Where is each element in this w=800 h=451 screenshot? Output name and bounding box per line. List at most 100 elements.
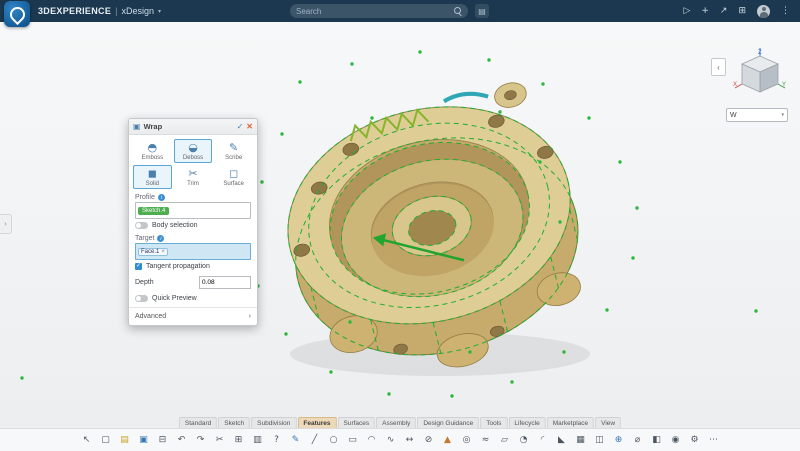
print-icon[interactable]: ⊟	[155, 433, 170, 448]
more-menu-icon[interactable]: ⋮	[781, 6, 790, 16]
loft-tool-icon[interactable]: ▱	[497, 433, 512, 448]
ok-button[interactable]: ✓	[237, 122, 244, 131]
tab-marketplace[interactable]: Marketplace	[547, 417, 594, 428]
chevron-down-icon[interactable]: ▾	[158, 8, 161, 15]
tab-sketch[interactable]: Sketch	[218, 417, 250, 428]
tab-standard[interactable]: Standard	[179, 417, 217, 428]
tab-assembly[interactable]: Assembly	[376, 417, 416, 428]
help-icon[interactable]: ?	[269, 433, 284, 448]
target-selection-chip[interactable]: Face.1 ×	[138, 248, 168, 256]
profile-field[interactable]: Sketch.4	[135, 202, 251, 219]
mode-trim[interactable]: ✂Trim	[174, 165, 213, 189]
avatar[interactable]	[757, 5, 770, 18]
tab-view[interactable]: View	[595, 417, 621, 428]
trim-tool-icon[interactable]: ⊘	[421, 433, 436, 448]
target-field[interactable]: Face.1 ×	[135, 243, 251, 260]
new-doc-icon[interactable]: ▢	[98, 433, 113, 448]
open-folder-icon[interactable]: ▤	[117, 433, 132, 448]
dimension-tool-icon[interactable]: ↔	[402, 433, 417, 448]
close-button[interactable]: ✕	[246, 122, 253, 131]
app-window: 3DEXPERIENCE | xDesign ▾ ▤ ▷ + ↗ ⊞ ⋮	[0, 0, 800, 450]
share-icon[interactable]: ↗	[720, 6, 728, 16]
measure-tool-icon[interactable]: ⌀	[630, 433, 645, 448]
shell-tool-icon[interactable]: ◔	[516, 433, 531, 448]
undo-icon[interactable]: ↶	[174, 433, 189, 448]
search-icon[interactable]	[454, 7, 463, 16]
save-icon[interactable]: ▣	[136, 433, 151, 448]
arc-tool-icon[interactable]: ◠	[364, 433, 379, 448]
tab-design-guidance[interactable]: Design Guidance	[417, 417, 479, 428]
search-input[interactable]	[290, 7, 454, 16]
add-icon[interactable]: +	[701, 6, 709, 16]
extrude-tool-icon[interactable]: ▲	[440, 433, 455, 448]
remove-selection-icon[interactable]: ×	[161, 249, 165, 255]
advanced-section-toggle[interactable]: Advanced ›	[129, 307, 257, 325]
view-style-icon[interactable]: ◉	[668, 433, 683, 448]
wrap-mode-grid: ◓Emboss◒Deboss✎Scribe ◼Solid✂Trim◻Surface	[129, 135, 257, 191]
settings-icon[interactable]: ⚙	[687, 433, 702, 448]
section-tool-icon[interactable]: ◧	[649, 433, 664, 448]
copy-icon[interactable]: ⊞	[231, 433, 246, 448]
body-selection-row: Body selection	[129, 219, 257, 232]
profile-label: Profile	[135, 194, 155, 201]
brand-title: 3DEXPERIENCE | xDesign ▾	[38, 6, 161, 16]
chevron-left-icon[interactable]: ‹	[711, 58, 726, 76]
cut-icon[interactable]: ✂	[212, 433, 227, 448]
bottom-toolbar: ↖ ▢ ▤ ▣ ⊟ ↶ ↷ ✂ ⊞ ▥? ✎ ╱ ○ ▭ ◠ ∿ ↔ ⊘ ▲ ◎ ≈ ▱ ◔ ◜ ◣ ▦ ◫ ⊕ ⌀ ◧ ◉ ⚙ ⋯	[0, 428, 800, 451]
search-filter-icon[interactable]: ▤	[475, 4, 489, 18]
tab-features[interactable]: Features	[297, 417, 336, 428]
pattern-tool-icon[interactable]: ▦	[573, 433, 588, 448]
depth-label: Depth	[135, 279, 154, 286]
tangent-propagation-checkbox[interactable]: ✓	[135, 263, 142, 270]
view-orientation-select[interactable]: W ▾	[726, 108, 788, 122]
rectangle-tool-icon[interactable]: ▭	[345, 433, 360, 448]
dialog-title: Wrap	[144, 122, 234, 131]
mode-emboss[interactable]: ◓Emboss	[133, 139, 172, 163]
depth-input[interactable]	[199, 276, 251, 289]
left-panel-toggle[interactable]: ›	[0, 214, 12, 234]
body-selection-toggle[interactable]	[135, 222, 148, 229]
3ds-compass-logo-icon[interactable]	[4, 1, 30, 27]
highlighted-face-strip[interactable]	[443, 88, 488, 107]
play-icon[interactable]: ▷	[683, 6, 690, 16]
app-name[interactable]: xDesign	[121, 6, 154, 16]
circle-tool-icon[interactable]: ○	[326, 433, 341, 448]
chamfer-tool-icon[interactable]: ◣	[554, 433, 569, 448]
quick-preview-row: Quick Preview	[129, 292, 257, 305]
profile-label-row: Profile i	[129, 191, 257, 202]
spline-tool-icon[interactable]: ∿	[383, 433, 398, 448]
tab-lifecycle[interactable]: Lifecycle	[508, 417, 545, 428]
revolve-tool-icon[interactable]: ◎	[459, 433, 474, 448]
quick-preview-toggle[interactable]	[135, 295, 148, 302]
fillet-tool-icon[interactable]: ◜	[535, 433, 550, 448]
mode-scribe[interactable]: ✎Scribe	[214, 139, 253, 163]
paste-icon[interactable]: ▥	[250, 433, 265, 448]
cursor-tool-icon[interactable]: ↖	[79, 433, 94, 448]
depth-row: Depth	[129, 273, 257, 292]
wrap-icon: ▣	[133, 122, 141, 131]
chevron-right-icon: ›	[249, 313, 251, 320]
mode-solid[interactable]: ◼Solid	[133, 165, 172, 189]
line-tool-icon[interactable]: ╱	[307, 433, 322, 448]
redo-icon[interactable]: ↷	[193, 433, 208, 448]
view-cube[interactable]: Z Y X	[732, 46, 788, 104]
mirror-tool-icon[interactable]: ◫	[592, 433, 607, 448]
profile-selection-chip[interactable]: Sketch.4	[138, 207, 169, 215]
info-icon[interactable]: i	[157, 235, 164, 242]
wrap-dialog-header[interactable]: ▣ Wrap ✓ ✕	[129, 119, 257, 135]
viewport-3d[interactable]: › ‹ Z Y X W ▾ ▣ Wrap ✓ ✕ ◓Emboss◒D	[0, 22, 800, 428]
boolean-tool-icon[interactable]: ⊕	[611, 433, 626, 448]
model-scene[interactable]	[0, 22, 800, 428]
sketch-tool-icon[interactable]: ✎	[288, 433, 303, 448]
sweep-tool-icon[interactable]: ≈	[478, 433, 493, 448]
tab-subdivision[interactable]: Subdivision	[251, 417, 296, 428]
tab-tools[interactable]: Tools	[480, 417, 507, 428]
info-icon[interactable]: i	[158, 194, 165, 201]
search-bar[interactable]	[290, 4, 468, 18]
mode-deboss[interactable]: ◒Deboss	[174, 139, 213, 163]
top-bar: 3DEXPERIENCE | xDesign ▾ ▤ ▷ + ↗ ⊞ ⋮	[0, 0, 800, 22]
more-tools-icon[interactable]: ⋯	[706, 433, 721, 448]
apps-grid-icon[interactable]: ⊞	[738, 6, 746, 16]
tab-surfaces[interactable]: Surfaces	[338, 417, 376, 428]
mode-surface[interactable]: ◻Surface	[214, 165, 253, 189]
